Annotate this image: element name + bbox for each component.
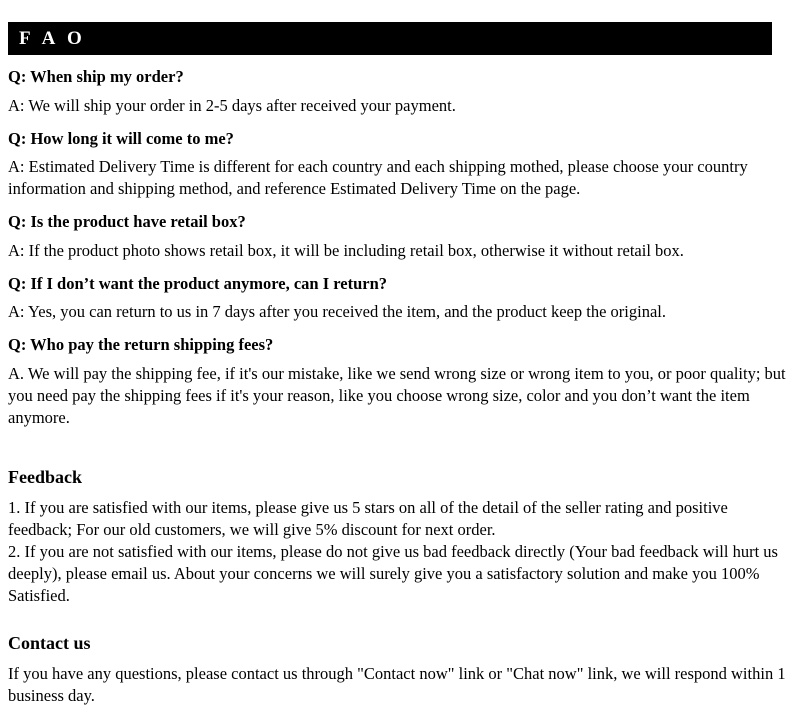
faq-item: Q: If I don’t want the product anymore, … <box>8 262 792 324</box>
faq-question: Q: If I don’t want the product anymore, … <box>8 273 388 293</box>
faq-item: Q: How long it will come to me? A: Estim… <box>8 117 792 201</box>
faq-answer: A: We will ship your order in 2-5 days a… <box>8 95 456 115</box>
feedback-item-1: 1. If you are satisfied with our items, … <box>8 497 728 539</box>
faq-answer: A: Estimated Delivery Time is different … <box>8 157 748 198</box>
faq-item: Q: Is the product have retail box? A: If… <box>8 200 792 262</box>
faq-answer: A: If the product photo shows retail box… <box>8 240 684 260</box>
faq-question: Q: Who pay the return shipping fees? <box>8 335 274 354</box>
faq-item: Q: When ship my order? A: We will ship y… <box>8 55 792 117</box>
faq-question: Q: Is the product have retail box? <box>8 212 246 231</box>
faq-banner: F A O <box>8 22 772 55</box>
contact-heading: Contact us <box>8 632 91 653</box>
faq-question: Q: How long it will come to me? <box>8 128 234 148</box>
faq-question: Q: When ship my order? <box>8 67 184 86</box>
feedback-heading: Feedback <box>8 466 82 487</box>
faq-item: Q: Who pay the return shipping fees? A. … <box>8 323 792 429</box>
feedback-section: Feedback 1. If you are satisfied with ou… <box>8 429 792 607</box>
faq-page: F A O Q: When ship my order? A: We will … <box>0 22 800 722</box>
contact-body: If you have any questions, please contac… <box>8 663 786 705</box>
feedback-item-2: 2. If you are not satisfied with our ite… <box>8 541 778 605</box>
faq-answer: A. We will pay the shipping fee, if it's… <box>8 363 786 427</box>
contact-section: Contact us If you have any questions, pl… <box>8 607 792 707</box>
faq-answer: A: Yes, you can return to us in 7 days a… <box>8 302 666 321</box>
faq-banner-title: F A O <box>19 28 86 49</box>
faq-list: Q: When ship my order? A: We will ship y… <box>8 55 792 429</box>
